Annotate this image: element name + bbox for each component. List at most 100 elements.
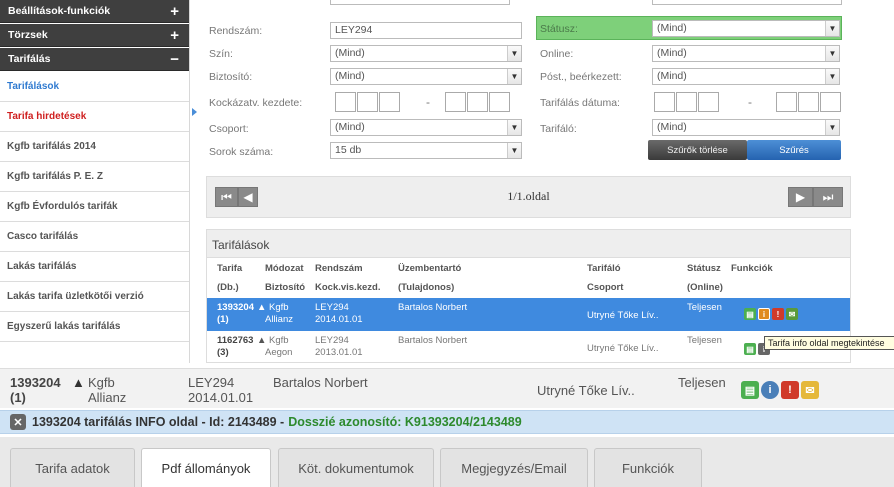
sidebar-item-lakas-uzletkotoi[interactable]: Lakás tarifa üzletkötői verzió (0, 282, 189, 312)
detail-statusz: Teljesen (678, 375, 726, 390)
info-icon[interactable]: i (761, 381, 779, 399)
chevron-down-icon: ▼ (507, 143, 521, 158)
tab-bar: Tarifa adatok Pdf állományok Köt. dokume… (0, 437, 894, 487)
col-header: Státusz (687, 263, 721, 274)
collapse-icon: − (170, 50, 179, 68)
tarifalo-label: Tarifáló: (540, 123, 577, 135)
sidebar-item-casco[interactable]: Casco tarifálás (0, 222, 189, 252)
document-icon[interactable]: ▤ (744, 308, 756, 320)
row-db: (3) (217, 347, 229, 358)
row-kezd: 2014.01.01 (315, 314, 363, 325)
tarif-date-from-month[interactable] (676, 92, 697, 112)
car-icon: ▲ (257, 302, 267, 313)
tarif-date-from-year[interactable] (654, 92, 675, 112)
expand-icon: + (170, 26, 179, 44)
online-select[interactable]: (Mind) ▼ (652, 45, 840, 62)
car-icon: ▲ (257, 335, 267, 346)
close-icon[interactable]: ✕ (10, 414, 26, 430)
row-id: 1393204 (217, 302, 254, 313)
post-select[interactable]: (Mind) ▼ (652, 68, 840, 85)
chevron-down-icon: ▼ (825, 21, 839, 36)
statusz-select[interactable]: (Mind) ▼ (652, 20, 840, 37)
info-icon[interactable]: i (758, 308, 770, 320)
tab-kot-dokumentumok[interactable]: Köt. dokumentumok (278, 448, 434, 487)
tarif-date-from-day[interactable] (698, 92, 719, 112)
tab-tarifa-adatok[interactable]: Tarifa adatok (10, 448, 135, 487)
detail-rendszam: LEY294 (188, 375, 235, 390)
szin-label: Szín: (209, 48, 233, 60)
col-header: (Online) (687, 282, 723, 293)
sidebar-item-tarifalasok[interactable]: Tarifálások (0, 72, 189, 102)
tarif-date-to-year[interactable] (776, 92, 797, 112)
tarif-date-to-day[interactable] (820, 92, 841, 112)
filter-button[interactable]: Szűrés (747, 140, 841, 160)
date-to-day[interactable] (489, 92, 510, 112)
date-to-month[interactable] (467, 92, 488, 112)
date-from-year[interactable] (335, 92, 356, 112)
row-rendszam: LEY294 (315, 335, 349, 346)
sidebar-section-settings[interactable]: Beállítások-funkciók + (0, 0, 189, 23)
col-header: Módozat (265, 263, 304, 274)
rendszam-input[interactable]: LEY294 (330, 22, 522, 39)
info-title: 1393204 tarifálás INFO oldal - Id: 21434… (32, 415, 285, 429)
expand-icon: + (170, 2, 179, 20)
mail-icon[interactable]: ✉ (786, 308, 798, 320)
col-header: Csoport (587, 282, 624, 293)
page-indicator: 1/1.oldal (507, 189, 550, 203)
table-row[interactable]: 1393204 (1) ▲ Kgfb Allianz LEY294 2014.0… (207, 298, 850, 331)
alert-icon[interactable]: ! (781, 381, 799, 399)
sorok-label: Sorok száma: (209, 146, 274, 158)
sidebar-item-kgfb-2014[interactable]: Kgfb tarifálás 2014 (0, 132, 189, 162)
detail-modozat: Kgfb (88, 375, 115, 390)
alert-icon[interactable]: ! (772, 308, 784, 320)
next-page-icon[interactable]: ▶ (788, 187, 813, 207)
last-page-icon[interactable]: ⏭ (813, 187, 843, 207)
sorok-select[interactable]: 15 db ▼ (330, 142, 522, 159)
date-from-day[interactable] (379, 92, 400, 112)
row-statusz: Teljesen (687, 335, 722, 346)
tarifalo-value: (Mind) (657, 121, 687, 133)
sidebar-section-torzsek[interactable]: Törzsek + (0, 24, 189, 47)
row-statusz: Teljesen (687, 302, 722, 313)
info-bar: ✕ 1393204 tarifálás INFO oldal - Id: 214… (0, 410, 894, 434)
sidebar-item-lakas[interactable]: Lakás tarifálás (0, 252, 189, 282)
sidebar-item-egyszeru-lakas[interactable]: Egyszerű lakás tarifálás (0, 312, 189, 342)
biztosito-select[interactable]: (Mind) ▼ (330, 68, 522, 85)
clear-filters-button[interactable]: Szűrők törlése (648, 140, 747, 160)
rendszam-label: Rendszám: (209, 25, 263, 37)
mail-icon[interactable]: ✉ (801, 381, 819, 399)
row-tarifalo: Utryné Tőke Lív.. (587, 310, 659, 321)
col-header: Tarifa (217, 263, 243, 274)
sidebar-item-kgfb-pez[interactable]: Kgfb tarifálás P. E. Z (0, 162, 189, 192)
tab-funkciok[interactable]: Funkciók (594, 448, 702, 487)
date-to-year[interactable] (445, 92, 466, 112)
document-icon[interactable]: ▤ (741, 381, 759, 399)
row-uzembentarto: Bartalos Norbert (398, 302, 468, 313)
tarif-date-to-month[interactable] (798, 92, 819, 112)
pager: ⏮ ◀ 1/1.oldal ▶ ⏭ (206, 176, 851, 218)
sidebar-item-kgfb-evfordulos[interactable]: Kgfb Évfordulós tarifák (0, 192, 189, 222)
tarifalo-select[interactable]: (Mind) ▼ (652, 119, 840, 136)
row-id: 1162763 (217, 335, 254, 346)
row-modozat: Kgfb (269, 335, 289, 346)
row-modozat: Kgfb (269, 302, 289, 313)
col-header: Üzembentartó (398, 263, 462, 274)
datum-label: Tarifálás dátuma: (540, 97, 620, 109)
date-from-month[interactable] (357, 92, 378, 112)
statusz-value: (Mind) (657, 22, 687, 34)
dossier-id: Dosszié azonosító: K91393204/2143489 (288, 415, 522, 429)
tab-megjegyzes-email[interactable]: Megjegyzés/Email (440, 448, 588, 487)
table-title: Tarifálások (207, 230, 850, 258)
sidebar-item-tarifa-hirdetesek[interactable]: Tarifa hirdetések (0, 102, 189, 132)
chevron-down-icon: ▼ (825, 120, 839, 135)
biztosito-label: Biztosító: (209, 71, 253, 83)
tab-pdf-allomanyok[interactable]: Pdf állományok (141, 448, 271, 487)
szin-select[interactable]: (Mind) ▼ (330, 45, 522, 62)
chevron-down-icon: ▼ (507, 69, 521, 84)
sidebar-section-tarifalas[interactable]: Tarifálás − (0, 48, 189, 71)
document-icon[interactable]: ▤ (744, 343, 756, 355)
chevron-down-icon: ▼ (507, 46, 521, 61)
csoport-select[interactable]: (Mind) ▼ (330, 119, 522, 136)
table-row[interactable]: 1162763 (3) ▲ Kgfb Aegon LEY294 2013.01.… (207, 331, 850, 362)
tarifalasok-table: Tarifálások Tarifa Módozat Rendszám Üzem… (206, 229, 851, 363)
